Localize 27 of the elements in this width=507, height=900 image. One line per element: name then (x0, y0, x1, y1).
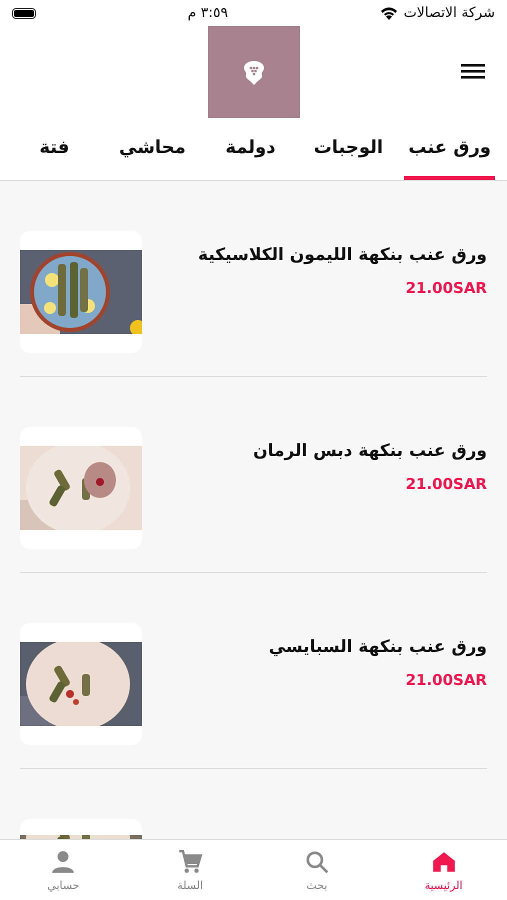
dish-card[interactable] (20, 427, 142, 549)
nav-tab[interactable]: حسابي (0, 840, 127, 900)
category-tab[interactable]: فتة (12, 118, 96, 180)
wifi-icon (380, 6, 398, 20)
cart-icon (177, 848, 204, 874)
dish-title: ورق عنب بنكهة دبس الرمان (253, 441, 487, 461)
nav-tab[interactable]: بحث (254, 840, 380, 900)
person-icon (50, 848, 76, 874)
battery-icon (12, 8, 36, 18)
dish-price: 21.00SAR (404, 279, 487, 297)
dish-title: ورق عنب بنكهة السبايسي (268, 637, 487, 657)
nav-tab[interactable]: السلة (126, 840, 254, 900)
carrier-name: شركة الاتصالات (404, 5, 495, 21)
dish-price: 21.00SAR (404, 475, 487, 493)
search-icon (304, 848, 330, 874)
category-tab[interactable]: دولمة (208, 118, 292, 180)
category-tab[interactable]: ورق عنب (404, 118, 495, 180)
nav-tab[interactable]: الرئيسية (380, 840, 507, 900)
dish-title: ورق عنب بنكهة الليمون الكلاسيكية (198, 245, 487, 265)
dish-card[interactable] (20, 623, 142, 745)
status-time: ٣:٥٩ م (188, 5, 228, 21)
dish-price: 21.00SAR (404, 671, 487, 689)
menu-icon[interactable] (461, 61, 485, 81)
dish-card[interactable] (20, 819, 142, 840)
dish-card[interactable] (20, 231, 142, 353)
category-tab[interactable]: محاشي (110, 118, 194, 180)
category-tab[interactable]: الوجبات (306, 118, 390, 180)
